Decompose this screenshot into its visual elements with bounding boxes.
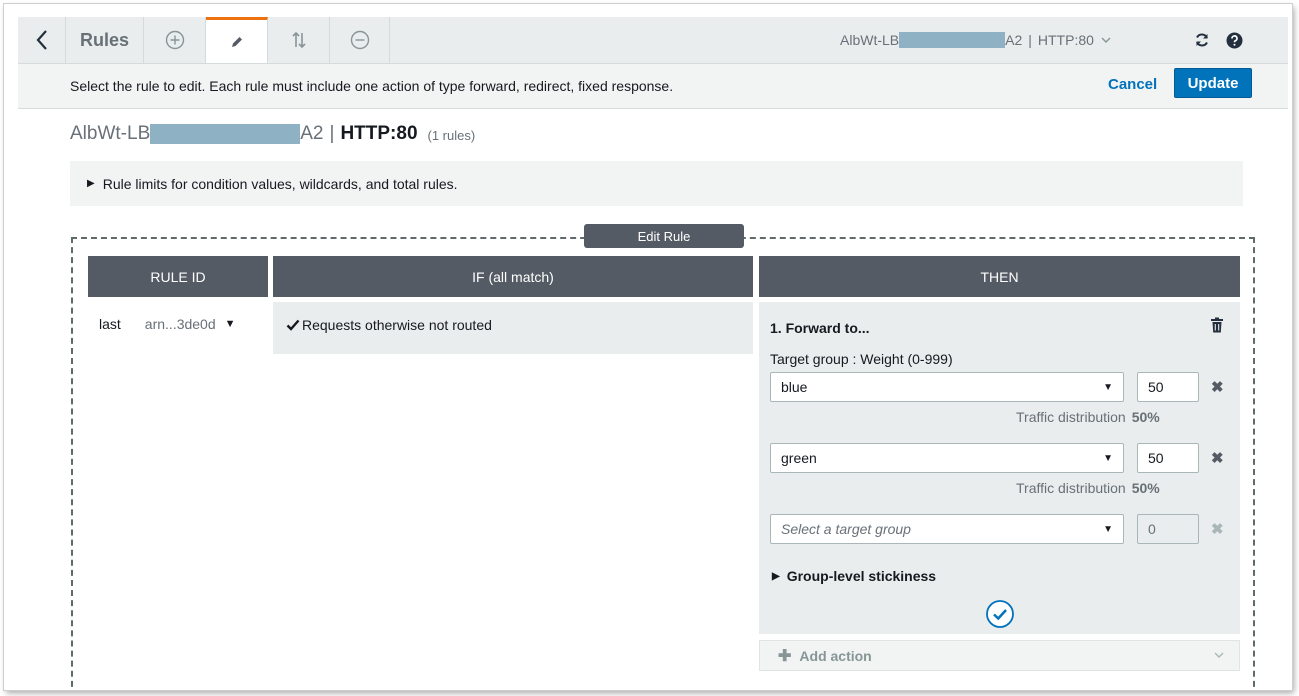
action-title: 1. Forward to... [770,320,870,336]
rule-id-cell: last arn...3de0d ▼ [99,316,236,332]
caret-down-icon: ▼ [1103,382,1113,393]
weight-input-green[interactable] [1137,443,1199,473]
column-header-then: THEN [759,256,1240,297]
screenshot-frame: Rules AlbWt-LB A2 | HTTP:80 Select the r… [4,4,1292,690]
chevron-down-icon [1101,37,1111,43]
caret-down-icon: ▼ [1103,524,1113,535]
rule-limits-expander[interactable]: ▶ Rule limits for condition values, wild… [70,161,1243,206]
group-stickiness-label: Group-level stickiness [786,568,937,584]
condition: Requests otherwise not routed [286,317,492,333]
sort-arrows-icon [291,31,306,49]
traffic-distribution-blue: Traffic distribution 50% [1016,409,1160,425]
instruction-text: Select the rule to edit. Each rule must … [70,78,674,94]
lb-name-prefix: AlbWt-LB [840,32,900,48]
pencil-icon [231,36,242,47]
add-action-button[interactable]: ✚ Add action [759,640,1240,671]
add-rule-tab[interactable] [144,17,206,63]
remove-target-icon[interactable]: ✖ [1211,520,1224,538]
title-lb-suffix: A2 [300,123,324,144]
chevron-left-icon [36,30,47,50]
caret-right-icon: ▶ [772,570,780,582]
column-header-rule-id: RULE ID [88,256,268,297]
toolbar-icons [1194,17,1243,63]
title-lb-prefix: AlbWt-LB [70,123,151,144]
redacted-block [899,32,1006,48]
tab-rules[interactable]: Rules [66,17,144,63]
delete-rule-tab[interactable] [330,17,390,63]
caret-right-icon: ▶ [87,178,95,189]
plus-icon: ✚ [778,647,792,665]
target-group-select-green[interactable]: green ▼ [770,443,1124,473]
target-group-select-empty[interactable]: Select a target group ▼ [770,514,1124,544]
refresh-icon[interactable] [1194,32,1210,48]
traffic-distribution-green: Traffic distribution 50% [1016,480,1160,496]
edit-rule-tab[interactable] [206,17,268,63]
remove-target-icon[interactable]: ✖ [1211,449,1224,467]
remove-target-icon[interactable]: ✖ [1211,378,1224,396]
page-title: AlbWt-LB A2 | HTTP:80 (1 rules) [70,123,475,145]
target-group-placeholder: Select a target group [781,521,911,537]
chevron-down-icon [1214,652,1224,658]
traffic-distribution-value: 50% [1131,409,1160,425]
lb-name-suffix: A2 [1005,32,1023,48]
traffic-distribution-label: Traffic distribution [1016,480,1126,496]
confirm-check-icon[interactable] [985,599,1015,629]
target-group-value: blue [781,379,808,395]
update-button[interactable]: Update [1174,68,1252,98]
weight-input-blue[interactable] [1137,372,1199,402]
rule-limits-text: Rule limits for condition values, wildca… [102,175,458,192]
rule-arn[interactable]: arn...3de0d [145,316,216,332]
weight-input-empty[interactable] [1137,514,1199,544]
condition-text: Requests otherwise not routed [302,317,492,333]
listener-label: HTTP:80 [1037,32,1094,48]
help-icon[interactable] [1226,32,1243,49]
group-stickiness-expander[interactable]: ▶ Group-level stickiness [772,568,936,584]
traffic-distribution-label: Traffic distribution [1016,409,1126,425]
tab-rules-label: Rules [79,29,130,50]
listener-selector[interactable]: AlbWt-LB A2 | HTTP:80 [840,17,1112,63]
target-group-select-blue[interactable]: blue ▼ [770,372,1124,402]
if-condition-cell: Requests otherwise not routed [273,302,753,354]
reorder-rules-tab[interactable] [268,17,330,63]
cancel-button[interactable]: Cancel [1108,76,1157,93]
title-listener: HTTP:80 [340,123,418,144]
rule-count: (1 rules) [427,128,476,143]
column-header-if: IF (all match) [273,256,753,297]
separator: | [1028,32,1032,48]
target-group-label: Target group : Weight (0-999) [770,351,953,367]
redacted-block [150,124,301,144]
check-icon [286,319,300,331]
target-group-value: green [781,450,817,466]
caret-down-icon[interactable]: ▼ [225,318,236,330]
instruction-bar: Select the rule to edit. Each rule must … [18,64,1288,109]
traffic-distribution-value: 50% [1131,480,1160,496]
plus-circle-icon [165,30,184,50]
caret-down-icon: ▼ [1103,453,1113,464]
then-action-cell: 1. Forward to... Target group : Weight (… [759,302,1240,634]
edit-rule-label: Edit Rule [584,224,744,248]
add-action-label: Add action [799,647,872,664]
minus-circle-icon [350,30,369,50]
rules-toolbar: Rules AlbWt-LB A2 | HTTP:80 [18,17,1288,64]
back-button[interactable] [18,17,66,63]
rule-priority: last [99,316,121,332]
trash-icon[interactable] [1210,317,1224,333]
title-separator: | [329,123,335,144]
